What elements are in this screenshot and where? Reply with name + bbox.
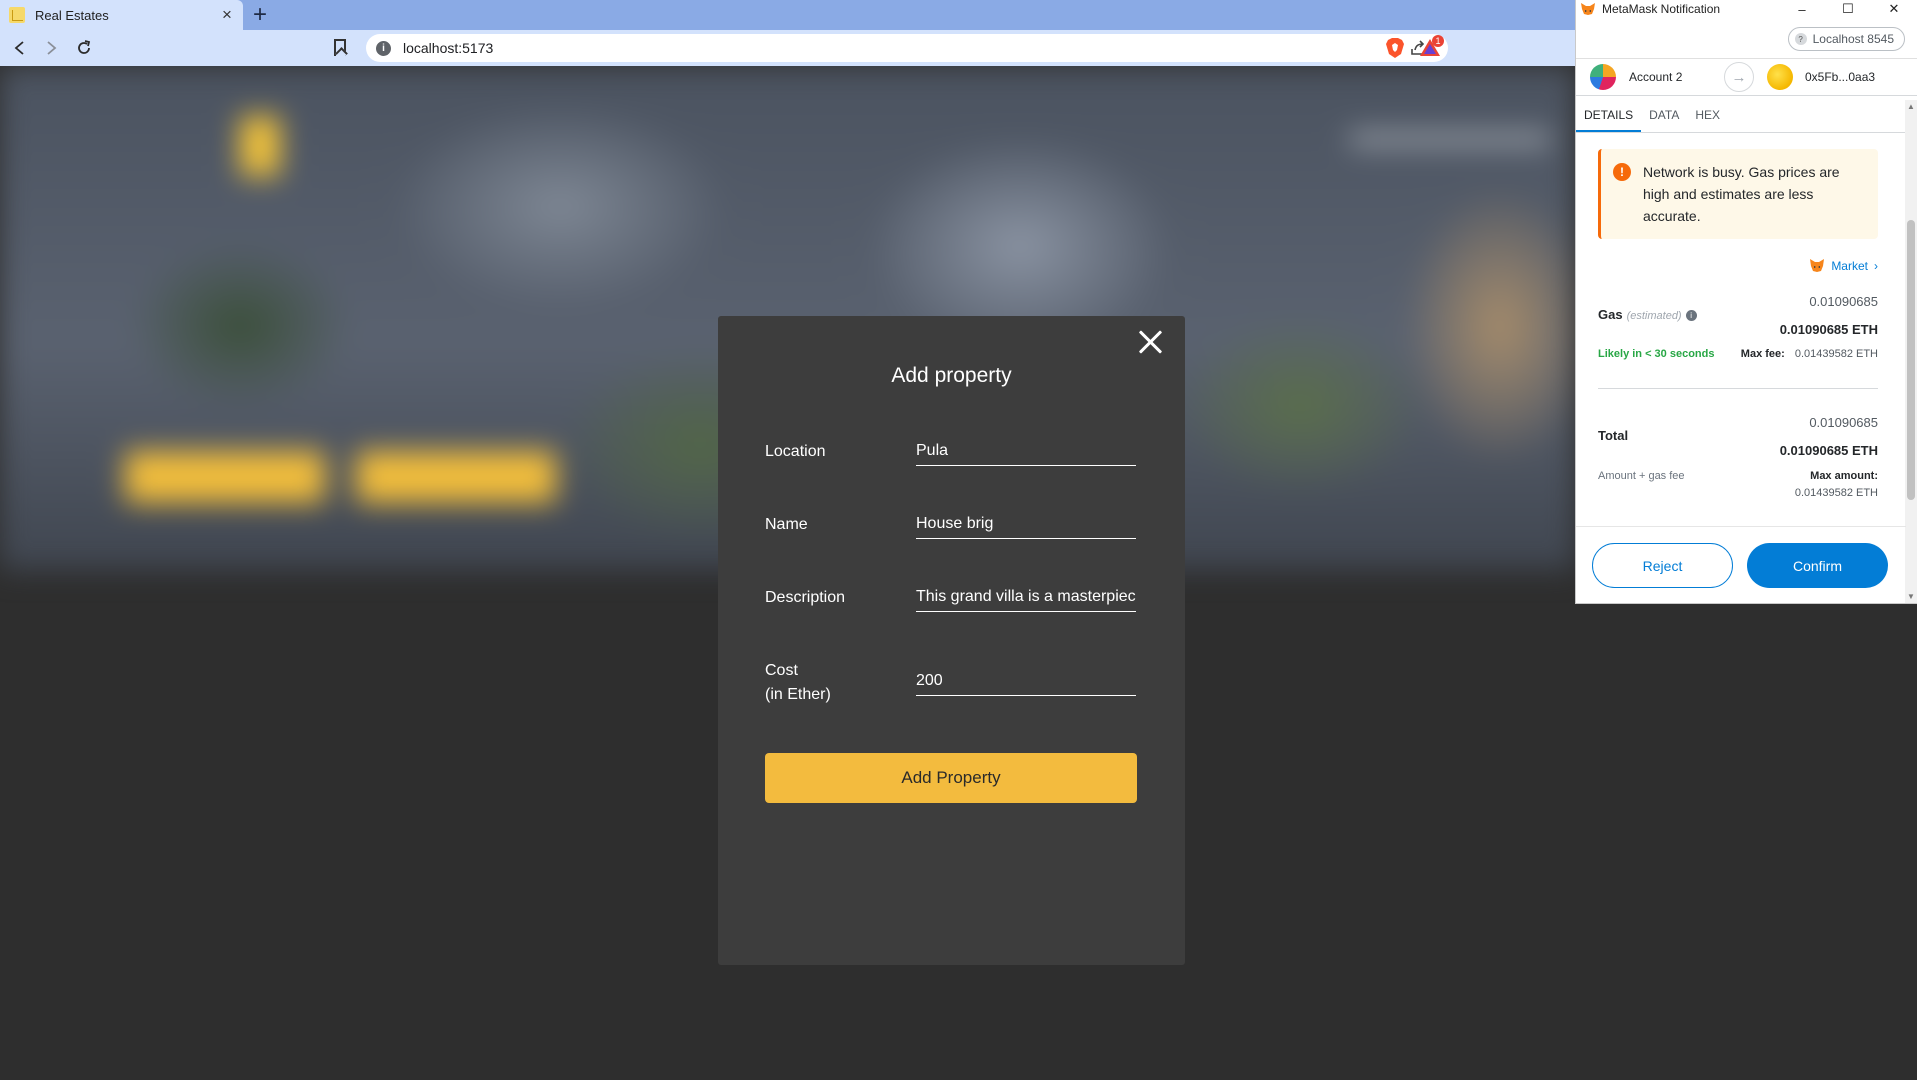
window-close-icon[interactable]: ✕ [1871, 0, 1917, 18]
chevron-right-icon: › [1874, 258, 1878, 273]
warning-icon: ! [1613, 163, 1631, 181]
sender-recipient-bar: Account 2 → 0x5Fb...0aa3 [1576, 58, 1917, 96]
gas-estimated: (estimated) [1626, 310, 1682, 322]
hero-button-primary [125, 451, 325, 503]
forward-icon[interactable] [39, 36, 63, 60]
scroll-up-icon[interactable]: ▲ [1905, 102, 1917, 111]
browser-toolbar: i localhost:5173 1 [0, 30, 1575, 66]
add-property-button[interactable]: Add Property [765, 753, 1137, 803]
brave-rewards-icon[interactable]: 1 [1418, 35, 1444, 60]
cost-input[interactable] [916, 666, 1136, 696]
tab-hex[interactable]: HEX [1687, 100, 1728, 132]
reject-button[interactable]: Reject [1592, 543, 1733, 588]
close-icon[interactable] [1137, 328, 1165, 356]
browser-tab-strip: Real Estates × + [0, 0, 1575, 30]
rewards-badge: 1 [1432, 35, 1444, 47]
tab-data[interactable]: DATA [1641, 100, 1687, 132]
site-info-icon[interactable]: i [376, 40, 391, 56]
page-content: Add property Location Name Description C… [0, 66, 1575, 1080]
minimize-icon[interactable]: – [1779, 0, 1825, 18]
name-input[interactable] [916, 509, 1136, 539]
network-selector[interactable]: ? Localhost 8545 [1787, 27, 1905, 51]
maximize-icon[interactable]: ☐ [1825, 0, 1871, 18]
network-question-icon: ? [1794, 33, 1807, 45]
network-busy-warning: ! Network is busy. Gas prices are high a… [1598, 149, 1878, 239]
description-label: Description [765, 589, 846, 606]
tab-close-icon[interactable]: × [219, 5, 235, 25]
address-bar[interactable]: i localhost:5173 [366, 34, 1448, 62]
total-fiat-value: 0.01090685 [1809, 415, 1878, 430]
hero-button-secondary [356, 451, 556, 503]
to-account-avatar [1767, 64, 1793, 90]
gas-likely-time: Likely in < 30 seconds [1598, 348, 1715, 360]
to-address[interactable]: 0x5Fb...0aa3 [1805, 70, 1875, 84]
total-eth-value: 0.01090685 ETH [1779, 443, 1878, 458]
cost-label-line2: (in Ether) [765, 686, 831, 703]
site-logo [120, 116, 460, 176]
house-favicon-icon [9, 7, 25, 23]
new-tab-button[interactable]: + [253, 2, 267, 28]
gas-row-label: Gas (estimated) i [1598, 307, 1878, 322]
metamask-window-title: MetaMask Notification [1602, 2, 1721, 16]
browser-tab-active[interactable]: Real Estates × [0, 0, 243, 30]
gas-info-icon[interactable]: i [1685, 310, 1697, 321]
back-icon[interactable] [8, 36, 32, 60]
hero-nav [1350, 132, 1550, 146]
bookmark-icon[interactable] [334, 39, 346, 56]
metamask-titlebar: MetaMask Notification – ☐ ✕ [1576, 0, 1917, 18]
brave-shields-icon[interactable] [1384, 37, 1406, 59]
arrow-right-icon: → [1724, 62, 1754, 92]
tab-title: Real Estates [35, 7, 109, 23]
warning-text: Network is busy. Gas prices are high and… [1643, 164, 1840, 224]
gas-fiat-value: 0.01090685 [1809, 294, 1878, 309]
scrollbar-thumb[interactable] [1907, 220, 1915, 500]
max-fee-value: 0.01439582 ETH [1794, 348, 1878, 360]
cost-label-line1: Cost [765, 662, 798, 679]
confirm-button[interactable]: Confirm [1747, 543, 1888, 588]
description-input[interactable] [916, 582, 1136, 612]
metamask-tabs: DETAILS DATA HEX [1576, 100, 1917, 133]
metamask-fox-icon [1581, 3, 1595, 15]
name-label: Name [765, 516, 808, 533]
location-input[interactable] [916, 436, 1136, 466]
max-amount-value: 0.01439582 ETH [1794, 487, 1878, 499]
modal-title: Add property [891, 364, 1012, 387]
location-label: Location [765, 443, 826, 460]
fox-icon [1810, 259, 1825, 272]
divider [1598, 388, 1878, 389]
gas-eth-value: 0.01090685 ETH [1779, 322, 1878, 337]
amount-gas-fee-label: Amount + gas fee [1598, 470, 1685, 482]
cost-label: Cost (in Ether) [765, 659, 831, 707]
scroll-down-icon[interactable]: ▼ [1905, 592, 1917, 601]
reload-icon[interactable] [72, 36, 96, 60]
from-account-name: Account 2 [1629, 70, 1683, 84]
add-property-modal: Add property Location Name Description C… [718, 316, 1185, 965]
gas-market-link[interactable]: Market › [1809, 258, 1878, 273]
address-bar-url: localhost:5173 [403, 40, 494, 56]
market-label: Market [1831, 258, 1868, 273]
metamask-window: MetaMask Notification – ☐ ✕ ? Localhost … [1575, 0, 1917, 604]
max-fee-label: Max fee: [1740, 348, 1785, 360]
total-label: Total [1598, 428, 1629, 443]
max-amount: Max amount: 0.01439582 ETH [1795, 468, 1878, 502]
tab-details[interactable]: DETAILS [1576, 100, 1642, 132]
gas-label: Gas [1598, 307, 1623, 322]
metamask-scrollbar[interactable]: ▲ ▼ [1905, 100, 1917, 603]
gas-max-fee: Max fee: 0.01439582 ETH [1741, 348, 1878, 360]
footer-divider [1576, 526, 1906, 527]
network-label: Localhost 8545 [1812, 32, 1894, 46]
max-amount-label: Max amount: [1810, 470, 1878, 482]
from-account-avatar [1590, 64, 1616, 90]
